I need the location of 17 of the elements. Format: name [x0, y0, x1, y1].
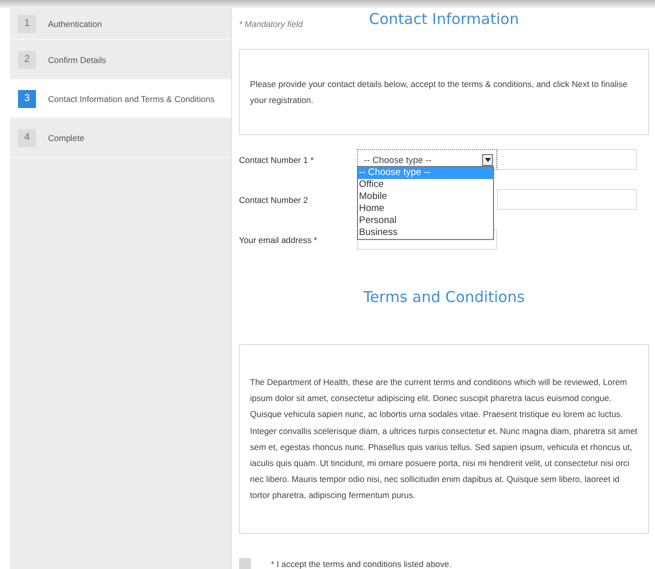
field-label: Your email address *: [239, 234, 318, 244]
section-heading: Contact Information: [368, 10, 520, 30]
field-label: Contact Number 1 *: [239, 154, 315, 164]
step-label: Confirm Details: [48, 54, 106, 64]
accept-label: * I accept the terms and conditions listed above.: [271, 558, 452, 569]
section-heading: Terms and Conditions: [362, 288, 526, 306]
step-number: 4: [18, 128, 36, 146]
step-number: 3: [18, 90, 36, 108]
step-number: 1: [18, 14, 36, 32]
step-label: Contact Information and Terms & Conditions: [48, 94, 215, 104]
intro-text: Please provide your contact details below, accept to the terms & conditions, and click Next to finalise your registration.: [239, 49, 649, 135]
terms-text: The Department of Health, these are the current terms and conditions which will be reviewed, Lorem ipsum dolor sit amet, consectetur adipiscing elit. Donec suscipit pharetra lacus euismod congue. Quisque vehicula sapien nunc, ac lobortis urna sodales vitae. Praesent tristique eu lorem ac luctus. Integer convallis scelerisque diam, a ultrices turpis consectetur et. Nunc magna diam, pharetra sit amet sem et, egestas rhoncus nunc. Phasellus quis varius tellus. Sed sapien ipsum, vehicula et rhoncus ut, iaculis quis quam. Ut tincidunt, mi ornare posuere porta, nisi mi hendrerit velit, ut consectetur nisi orci nec libero. Mauris tempor odio nisi, nec sollicitudin enim dapibus at. Quisque sem libero, laoreet id tortor pharetra, adipiscing fermentum purus.: [239, 344, 649, 534]
field-label: Contact Number 2: [239, 194, 309, 204]
mandatory-note: * Mandatory field: [239, 18, 304, 31]
step-label: Authentication: [48, 18, 102, 28]
step-number: 2: [18, 50, 36, 68]
step-label: Complete: [48, 132, 84, 142]
